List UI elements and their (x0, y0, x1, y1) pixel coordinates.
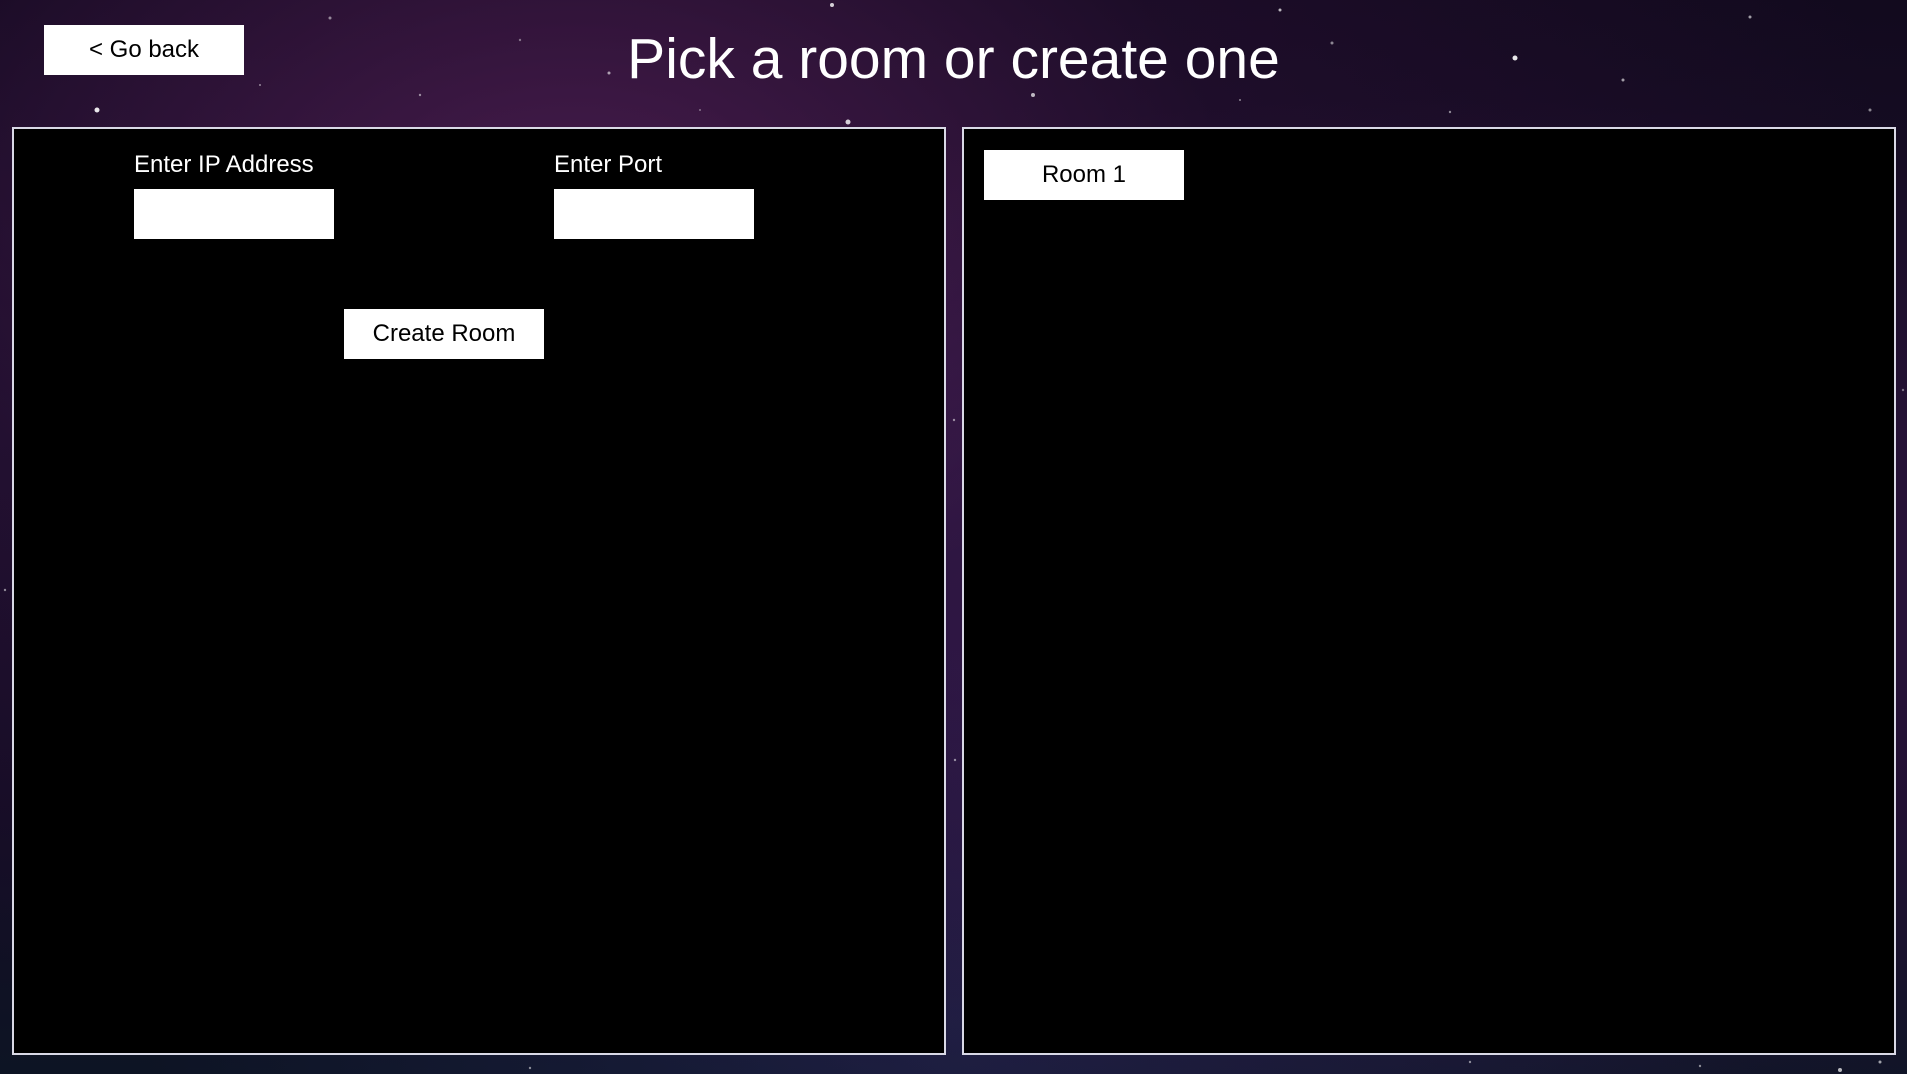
port-input[interactable] (554, 189, 754, 239)
create-room-button[interactable]: Create Room (344, 309, 544, 359)
room-button[interactable]: Room 1 (984, 150, 1184, 200)
ip-address-input[interactable] (134, 189, 334, 239)
ip-address-label: Enter IP Address (134, 151, 314, 178)
room-list-panel: Room 1 (962, 127, 1896, 1055)
page-title: Pick a room or create one (627, 27, 1280, 91)
create-room-panel: Enter IP Address Enter Port Create Room (12, 127, 946, 1055)
port-label: Enter Port (554, 151, 663, 178)
